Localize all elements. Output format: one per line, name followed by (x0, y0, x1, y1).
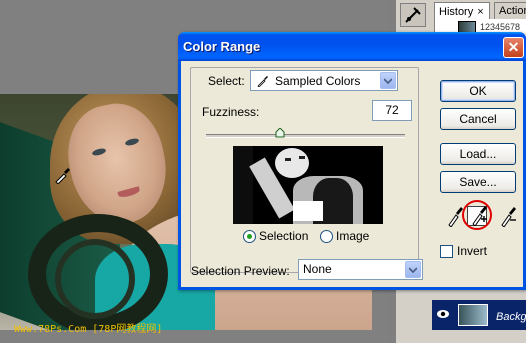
radio-selection-dot[interactable] (243, 229, 256, 243)
chevron-down-icon[interactable] (405, 261, 421, 278)
radio-image-label: Image (336, 229, 370, 243)
fuzziness-slider-track[interactable] (206, 134, 405, 138)
close-icon[interactable]: × (477, 6, 483, 18)
eye-icon[interactable] (436, 308, 450, 320)
invert-checkbox[interactable]: Invert (440, 244, 487, 258)
close-button[interactable]: ✕ (503, 37, 524, 58)
load-button[interactable]: Load... (440, 143, 516, 165)
selection-preview-label: Selection Preview: (191, 264, 290, 278)
highlight-circle (462, 200, 492, 230)
tab-history-label: History (439, 5, 474, 18)
preview-shape (233, 146, 253, 224)
layer-name[interactable]: Backgr (496, 311, 526, 323)
save-button[interactable]: Save... (440, 171, 516, 193)
tab-history[interactable]: History × (434, 2, 490, 20)
watermark-text: Www.78Ps.Com [78P网教程网] (14, 324, 163, 335)
preview-shape (275, 148, 309, 178)
eyedropper-icon (257, 75, 268, 87)
radio-selection-label: Selection (259, 229, 309, 243)
color-range-dialog: Color Range ✕ Select: Sampled Colors Fuz… (178, 32, 526, 290)
fuzziness-label: Fuzziness: (202, 105, 260, 119)
radio-selection[interactable]: Selection (243, 229, 308, 243)
selection-preview-dropdown[interactable]: None (298, 259, 423, 280)
eyedropper-cursor-icon (55, 168, 70, 184)
invert-label: Invert (457, 244, 488, 258)
chevron-down-icon[interactable] (380, 72, 396, 89)
radio-image-dot[interactable] (320, 229, 333, 243)
preview-shape (299, 156, 305, 159)
photo-armrest-inner (55, 239, 135, 319)
layer-thumbnail (458, 304, 488, 326)
history-item-label: 12345678 (480, 22, 521, 32)
close-icon: ✕ (507, 39, 520, 55)
selection-preview-image[interactable] (233, 146, 383, 224)
fuzziness-input[interactable]: 72 (372, 100, 412, 121)
dialog-title: Color Range (183, 39, 261, 54)
preview-shape (285, 158, 291, 161)
preview-shape (293, 201, 323, 221)
selection-preview-value: None (303, 262, 332, 276)
dialog-title-bar[interactable]: Color Range ✕ (178, 32, 526, 61)
radio-image[interactable]: Image (320, 229, 369, 243)
ok-button[interactable]: OK (440, 80, 516, 102)
cancel-button[interactable]: Cancel (440, 108, 516, 130)
brush-tool-icon[interactable] (400, 3, 426, 27)
select-label: Select: (208, 74, 245, 88)
invert-checkbox-box[interactable] (440, 244, 453, 258)
select-dropdown[interactable]: Sampled Colors (250, 70, 398, 91)
fuzziness-slider-thumb[interactable] (275, 128, 285, 138)
select-value: Sampled Colors (275, 73, 361, 88)
tab-actions[interactable]: Action (494, 2, 526, 20)
eyedropper-minus-icon[interactable] (499, 205, 517, 227)
